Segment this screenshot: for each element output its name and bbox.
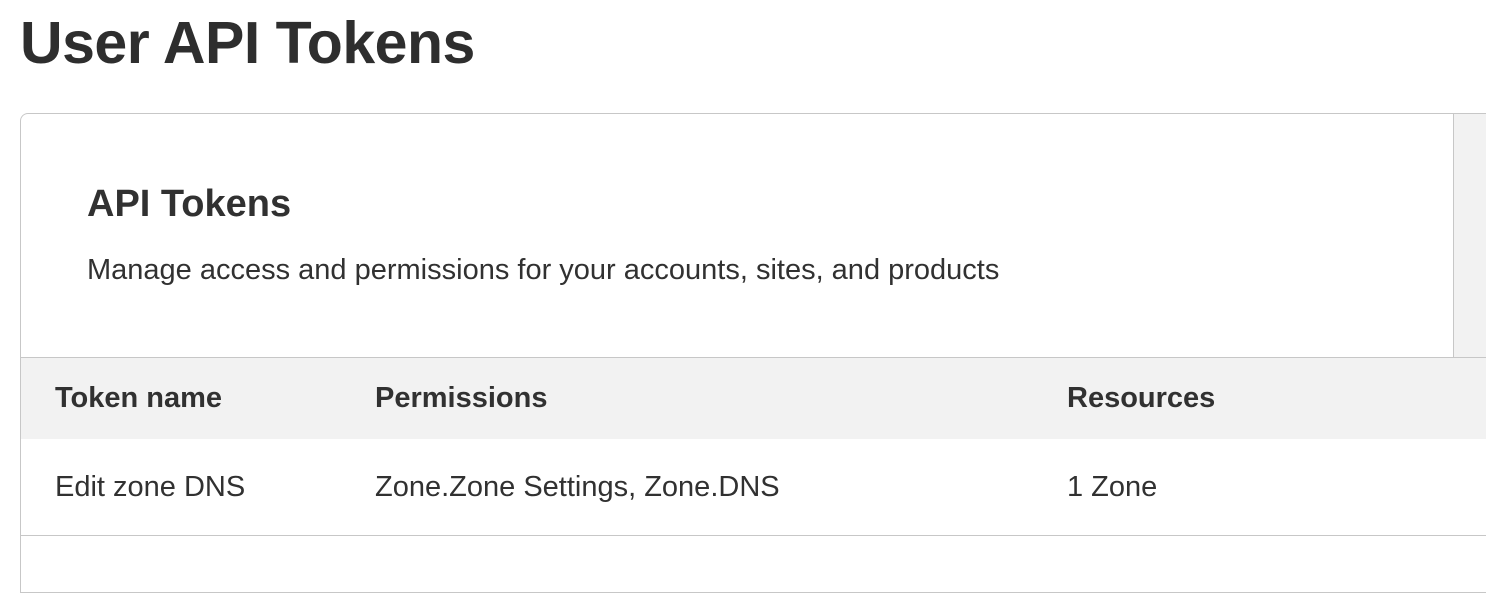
- column-header-permissions[interactable]: Permissions: [375, 358, 547, 439]
- table-header-row: Token name Permissions Resources: [21, 357, 1486, 439]
- column-header-token-name[interactable]: Token name: [55, 358, 222, 439]
- token-name-cell[interactable]: Edit zone DNS: [55, 439, 245, 535]
- resources-cell: 1 Zone: [1067, 470, 1158, 503]
- tokens-table: Token name Permissions Resources Edit zo…: [21, 357, 1486, 536]
- card-header: API Tokens Manage access and permissions…: [21, 114, 1454, 357]
- page-title: User API Tokens: [20, 10, 475, 76]
- card-description: Manage access and permissions for your a…: [87, 254, 1000, 286]
- column-header-resources[interactable]: Resources: [1067, 358, 1215, 439]
- api-tokens-card: API Tokens Manage access and permissions…: [20, 113, 1486, 593]
- card-side-panel: [1454, 114, 1486, 357]
- permissions-cell: Zone.Zone Settings, Zone.DNS: [375, 470, 780, 503]
- table-row[interactable]: Edit zone DNS Zone.Zone Settings, Zone.D…: [21, 439, 1486, 536]
- card-title: API Tokens: [87, 183, 292, 225]
